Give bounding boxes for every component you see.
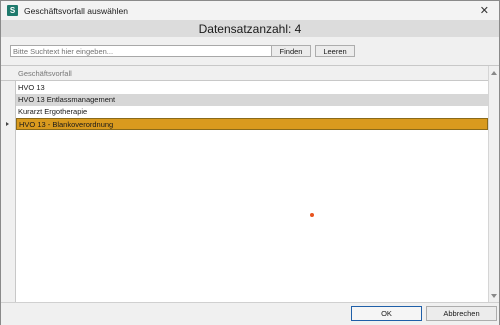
window-title: Geschäftsvorfall auswählen [24,5,128,16]
table-row[interactable]: HVO 13 [16,82,488,94]
dialog-window: S Geschäftsvorfall auswählen ✕ Datensatz… [0,0,500,325]
current-row-arrow-icon [6,122,9,126]
record-count-label: Datensatzanzahl: 4 [198,21,302,36]
table-row-selected[interactable]: HVO 13 - Blankoverordnung [16,118,488,130]
table-row[interactable]: HVO 13 Entlassmanagement [16,94,488,106]
ok-button[interactable]: OK [351,306,422,321]
title-bar[interactable]: S Geschäftsvorfall auswählen ✕ [1,1,499,20]
grid-header: Geschäftsvorfall [1,66,499,81]
app-logo-icon: S [7,5,18,16]
results-grid: Geschäftsvorfall HVO 13 HVO 13 Entlassma… [1,65,499,303]
record-count-header: Datensatzanzahl: 4 [1,20,499,37]
close-icon[interactable]: ✕ [480,4,489,17]
scroll-up-arrow-icon[interactable] [491,71,497,75]
scroll-down-arrow-icon[interactable] [491,294,497,298]
find-button[interactable]: Finden [271,45,311,57]
clear-button[interactable]: Leeren [315,45,355,57]
vertical-scrollbar[interactable] [488,66,499,303]
cancel-button[interactable]: Abbrechen [426,306,497,321]
search-bar: Finden Leeren [1,37,499,65]
dialog-footer: OK Abbrechen [1,302,499,325]
table-row[interactable]: Kurarzt Ergotherapie [16,106,488,118]
column-header-geschaeftsvorfall[interactable]: Geschäftsvorfall [18,69,72,78]
row-header-column [1,66,16,303]
search-input[interactable] [10,45,272,57]
cursor-indicator-dot [310,213,314,217]
